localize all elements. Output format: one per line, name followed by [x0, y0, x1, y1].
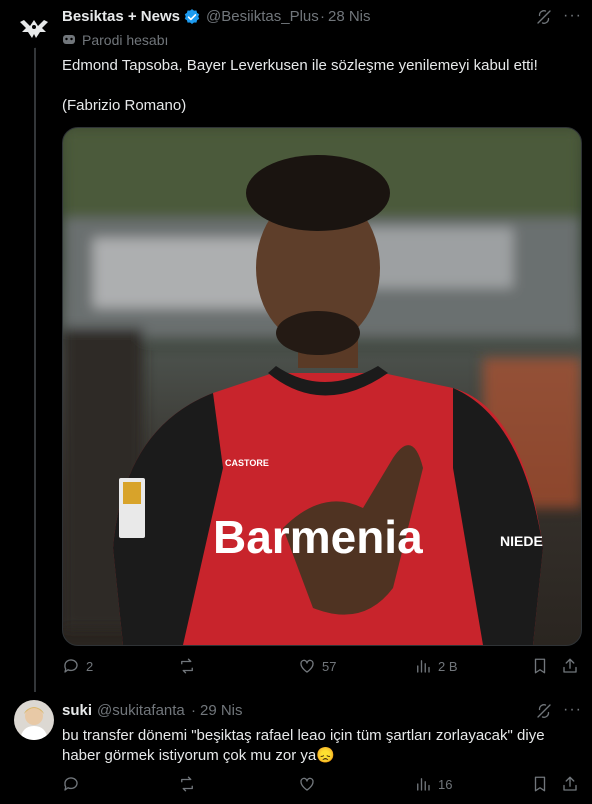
- share-icon: [563, 776, 577, 791]
- tweet-text-line1: Edmond Tapsoba, Bayer Leverkusen ile söz…: [62, 57, 538, 74]
- views-button[interactable]: 2 B: [414, 657, 458, 675]
- reply-reply-button[interactable]: [62, 775, 80, 793]
- reply-repost-button[interactable]: [178, 775, 196, 793]
- bookmark-icon: [534, 776, 546, 792]
- reply-button[interactable]: 2: [62, 657, 93, 675]
- thread-line: [34, 46, 36, 692]
- reply-text-line2: haber görmek istiyorum çok mu zor ya😞: [62, 747, 335, 764]
- like-icon: [300, 659, 314, 673]
- reply-author-avatar[interactable]: [14, 700, 54, 740]
- verified-icon: [183, 8, 201, 31]
- reply-bookmark-button[interactable]: [531, 775, 549, 798]
- more-icon[interactable]: ···: [563, 7, 582, 25]
- reply-author-handle[interactable]: @sukitafanta: [97, 702, 185, 719]
- shirt-side-text: NIEDE: [500, 533, 543, 549]
- views-count: 2 B: [438, 658, 458, 674]
- author-name[interactable]: Besiktas + News: [62, 8, 180, 25]
- bookmark-icon: [534, 658, 546, 674]
- player-photo: Barmenia CASTORE NIEDE: [63, 128, 581, 645]
- reply-share-button[interactable]: [561, 775, 579, 798]
- reply-time[interactable]: 29 Nis: [200, 702, 243, 719]
- like-icon: [300, 777, 314, 791]
- bookmark-button[interactable]: [531, 657, 549, 680]
- repost-icon: [181, 776, 193, 792]
- reply-icon: [64, 777, 78, 791]
- views-icon: [417, 660, 430, 673]
- parody-label: Parodi hesabı: [82, 32, 169, 48]
- reply-icon: [64, 659, 78, 673]
- author-avatar[interactable]: [14, 8, 54, 48]
- reply-views-count: 16: [438, 776, 453, 792]
- reply-count: 2: [86, 658, 94, 674]
- like-count: 57: [322, 658, 337, 674]
- tweet-time[interactable]: 28 Nis: [328, 8, 371, 25]
- share-button[interactable]: [561, 657, 579, 680]
- like-button[interactable]: 57: [298, 657, 336, 675]
- repost-icon: [181, 658, 193, 674]
- reply-text-line1: bu transfer dönemi "beşiktaş rafael leao…: [62, 727, 545, 744]
- reply-time-separator: ·: [191, 702, 196, 719]
- grok-icon[interactable]: [535, 8, 553, 31]
- reply-grok-icon[interactable]: [535, 702, 553, 725]
- reply-more-icon[interactable]: ···: [563, 701, 582, 719]
- author-handle[interactable]: @Besiiktas_Plus: [206, 8, 319, 25]
- parody-mask-icon: [62, 33, 76, 52]
- tweet-text-line2: (Fabrizio Romano): [62, 97, 187, 114]
- reply-author-name[interactable]: suki: [62, 702, 92, 719]
- repost-button[interactable]: [178, 657, 202, 675]
- reply-views-button[interactable]: 16: [414, 775, 452, 793]
- shirt-brand-text: CASTORE: [225, 458, 269, 468]
- time-separator: ·: [320, 8, 325, 25]
- views-icon: [417, 778, 430, 791]
- eagle-logo-icon: [20, 20, 48, 38]
- tweet-media-image[interactable]: Barmenia CASTORE NIEDE: [62, 127, 582, 646]
- shirt-sponsor-text: Barmenia: [213, 511, 423, 563]
- reply-like-button[interactable]: [298, 775, 316, 793]
- share-icon: [563, 658, 577, 673]
